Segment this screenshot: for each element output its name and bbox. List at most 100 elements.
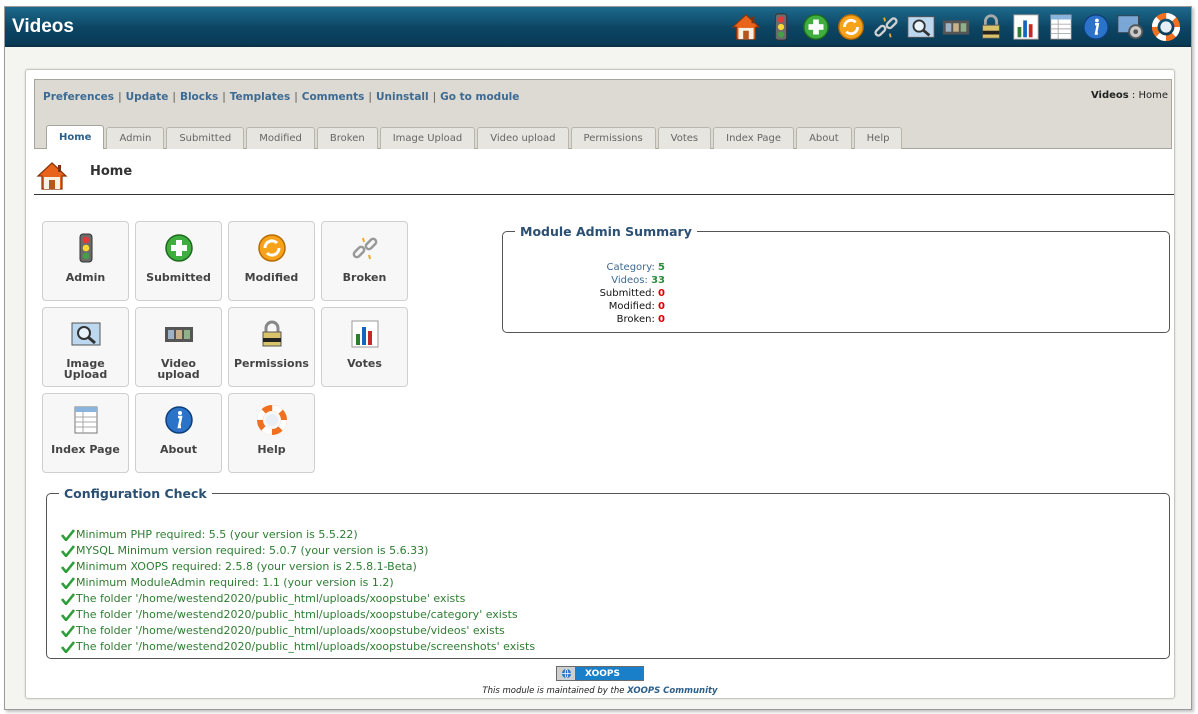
- check-icon: [61, 593, 75, 605]
- stat-videos: Videos: 33: [611, 275, 665, 286]
- image-search-icon[interactable]: [905, 11, 936, 43]
- list-item: Minimum XOOPS required: 2.5.8 (your vers…: [61, 559, 535, 575]
- config-title: Configuration Check: [64, 486, 207, 501]
- stat-submitted: Submitted: 0: [599, 288, 665, 299]
- bar-chart-icon: [351, 320, 379, 348]
- page-title: Home: [90, 164, 133, 179]
- button-label: Broken: [342, 271, 387, 284]
- traffic-light-icon[interactable]: [765, 11, 796, 43]
- module-tabs: Home Admin Submitted Modified Broken Ima…: [46, 125, 903, 149]
- lock-icon[interactable]: [975, 11, 1006, 43]
- tab-admin[interactable]: Admin: [106, 127, 165, 149]
- film-icon[interactable]: [940, 11, 971, 43]
- main-panel: Preferences | Update | Blocks | Templates | Comm…: [25, 69, 1175, 699]
- button-label: About: [159, 443, 198, 456]
- button-label: Help: [257, 443, 286, 456]
- button-label: Votes: [347, 357, 382, 370]
- video-upload-button[interactable]: Video upload: [135, 307, 222, 387]
- list-item: The folder '/home/westend2020/public_htm…: [61, 639, 535, 655]
- list-item: The folder '/home/westend2020/public_htm…: [61, 607, 535, 623]
- image-search-icon: [71, 322, 101, 346]
- help-lifebuoy-icon: [257, 405, 287, 435]
- help-lifebuoy-icon[interactable]: [1150, 11, 1181, 43]
- check-icon: [61, 641, 75, 653]
- top-bar: Videos: [5, 7, 1191, 47]
- broken-button[interactable]: Broken: [321, 221, 408, 301]
- tab-help[interactable]: Help: [853, 127, 903, 149]
- check-icon: [61, 609, 75, 621]
- toolbar-icons: [730, 11, 1181, 43]
- traffic-light-icon: [79, 233, 93, 263]
- votes-button[interactable]: Votes: [321, 307, 408, 387]
- tab-permissions[interactable]: Permissions: [570, 127, 656, 149]
- permissions-button[interactable]: Permissions: [228, 307, 315, 387]
- config-check-list: Minimum PHP required: 5.5 (your version …: [61, 527, 535, 655]
- home-icon[interactable]: [730, 11, 761, 43]
- button-label: Admin: [65, 271, 106, 284]
- window-frame: Videos Preferences | Update | Blocks | T…: [4, 6, 1192, 710]
- check-icon: [61, 545, 75, 557]
- app-title: Videos: [12, 16, 74, 37]
- tab-index-page[interactable]: Index Page: [713, 127, 795, 149]
- link-update[interactable]: Update: [126, 91, 169, 103]
- summary-stats: Category: 5 Videos: 33 Submitted: 0 Modi…: [503, 261, 665, 326]
- button-label: Video upload: [157, 357, 200, 381]
- index-page-button[interactable]: Index Page: [42, 393, 129, 473]
- admin-links: Preferences | Update | Blocks | Templates | Comm…: [43, 91, 520, 103]
- page-header: Home: [34, 158, 1174, 195]
- button-label: Image Upload: [63, 357, 108, 381]
- about-button[interactable]: About: [135, 393, 222, 473]
- list-item: Minimum ModuleAdmin required: 1.1 (your …: [61, 575, 535, 591]
- admin-button[interactable]: Admin: [42, 221, 129, 301]
- link-uninstall[interactable]: Uninstall: [376, 91, 429, 103]
- button-label: Submitted: [146, 271, 211, 284]
- check-icon: [61, 577, 75, 589]
- add-icon: [165, 234, 193, 262]
- footer-text: This module is maintained by the XOOPS C…: [482, 686, 718, 696]
- stat-broken: Broken: 0: [616, 314, 665, 325]
- configuration-check: Configuration Check Minimum PHP required…: [46, 486, 1170, 659]
- broken-link-icon[interactable]: [870, 11, 901, 43]
- admin-nav: Preferences | Update | Blocks | Templates | Comm…: [34, 79, 1172, 149]
- tab-about[interactable]: About: [796, 127, 852, 149]
- button-label: Index Page: [51, 443, 120, 456]
- spreadsheet-icon: [74, 406, 98, 434]
- link-templates[interactable]: Templates: [230, 91, 290, 103]
- list-item: The folder '/home/westend2020/public_htm…: [61, 623, 535, 639]
- stat-category: Category: 5: [606, 262, 665, 273]
- check-icon: [61, 529, 75, 541]
- xoops-badge[interactable]: XOOPS: [556, 666, 644, 681]
- tab-image-upload[interactable]: Image Upload: [379, 127, 476, 149]
- submitted-button[interactable]: Submitted: [135, 221, 222, 301]
- list-item: Minimum PHP required: 5.5 (your version …: [61, 527, 535, 543]
- stat-modified: Modified: 0: [608, 301, 665, 312]
- link-blocks[interactable]: Blocks: [180, 91, 218, 103]
- link-comments[interactable]: Comments: [302, 91, 365, 103]
- help-button[interactable]: Help: [228, 393, 315, 473]
- refresh-icon[interactable]: [835, 11, 866, 43]
- add-icon[interactable]: [800, 11, 831, 43]
- tab-votes[interactable]: Votes: [657, 127, 712, 149]
- tab-broken[interactable]: Broken: [316, 127, 378, 149]
- link-go-to-module[interactable]: Go to module: [440, 91, 519, 103]
- breadcrumb: Videos : Home: [1090, 90, 1168, 101]
- check-icon: [61, 625, 75, 637]
- button-label: Modified: [244, 271, 299, 284]
- modified-button[interactable]: Modified: [228, 221, 315, 301]
- list-item: The folder '/home/westend2020/public_htm…: [61, 591, 535, 607]
- list-item: MYSQL Minimum version required: 5.0.7 (y…: [61, 543, 535, 559]
- link-preferences[interactable]: Preferences: [43, 91, 114, 103]
- tab-home[interactable]: Home: [46, 125, 105, 149]
- xoops-community-link[interactable]: XOOPS Community: [627, 686, 717, 696]
- info-icon[interactable]: [1080, 11, 1111, 43]
- tab-submitted[interactable]: Submitted: [166, 127, 245, 149]
- tab-modified[interactable]: Modified: [246, 127, 315, 149]
- footer: XOOPS This module is maintained by the X…: [26, 664, 1174, 696]
- spreadsheet-icon[interactable]: [1045, 11, 1076, 43]
- bar-chart-icon[interactable]: [1010, 11, 1041, 43]
- tab-video-upload[interactable]: Video upload: [477, 127, 569, 149]
- image-upload-button[interactable]: Image Upload: [42, 307, 129, 387]
- check-icon: [61, 561, 75, 573]
- settings-icon[interactable]: [1115, 11, 1146, 43]
- refresh-icon: [258, 234, 286, 262]
